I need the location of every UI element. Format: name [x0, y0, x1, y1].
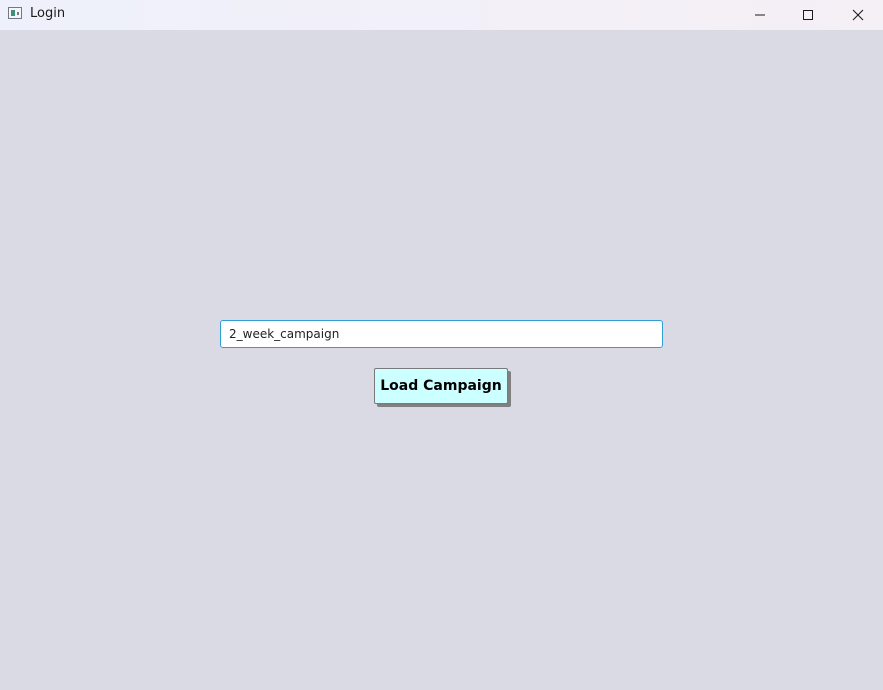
load-campaign-button[interactable]: Load Campaign — [374, 368, 508, 404]
close-button[interactable] — [835, 0, 881, 30]
load-campaign-label: Load Campaign — [380, 378, 502, 394]
maximize-button[interactable] — [785, 0, 831, 30]
title-bar[interactable]: Login — [0, 0, 883, 30]
minimize-button[interactable] — [737, 0, 783, 30]
app-icon — [8, 7, 22, 19]
maximize-icon — [803, 10, 813, 20]
close-icon — [852, 9, 864, 21]
minimize-icon — [755, 14, 765, 16]
campaign-name-input[interactable] — [220, 320, 663, 348]
window-title: Login — [30, 6, 66, 21]
login-window: Login Load Campaign — [0, 0, 883, 690]
